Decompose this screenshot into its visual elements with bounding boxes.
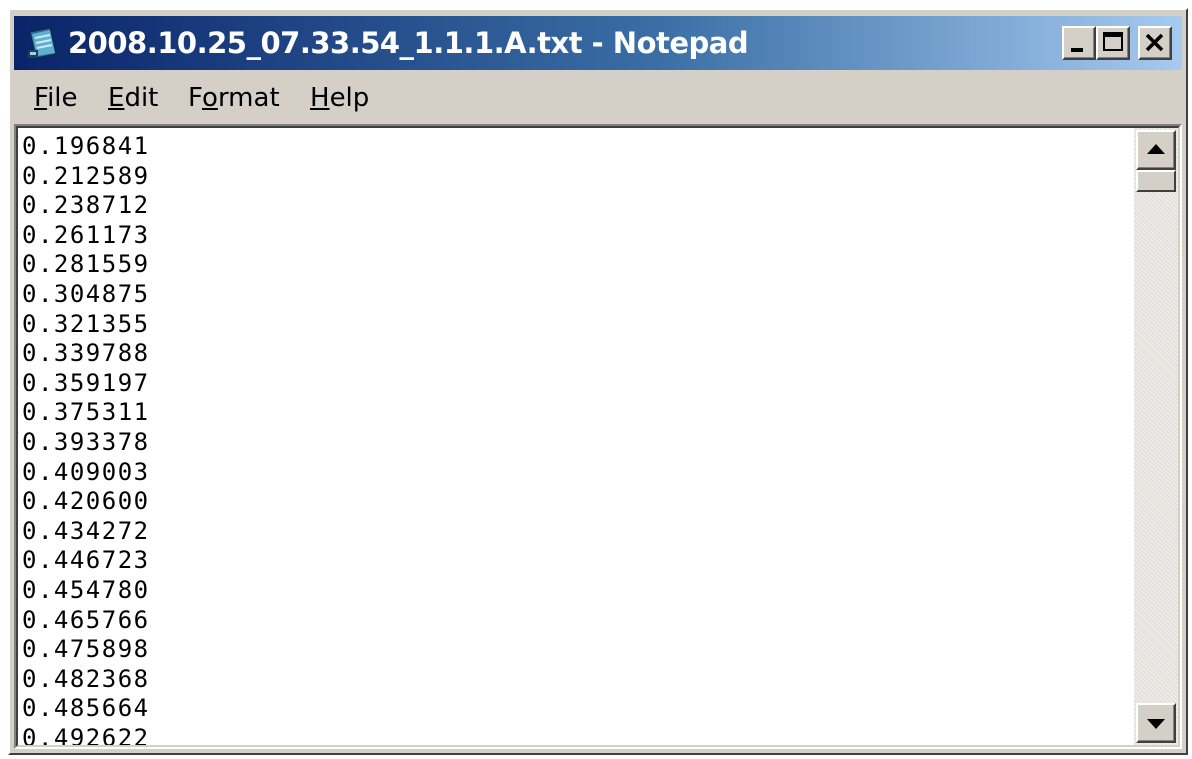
text-line: 0.238712 (22, 191, 150, 220)
text-line: 0.196841 (22, 132, 150, 160)
minimize-icon (1071, 48, 1083, 52)
text-line: 0.393378 (22, 427, 150, 456)
text-line: 0.434272 (22, 516, 150, 545)
menu-help-rest: elp (329, 83, 370, 113)
menu-format-accelerator: o (202, 83, 218, 113)
menu-edit[interactable]: Edit (106, 72, 160, 124)
close-button[interactable] (1138, 26, 1172, 60)
menu-file-rest: ile (47, 83, 78, 113)
menu-bar: File Edit Format Help (14, 72, 1182, 124)
maximize-icon (1103, 32, 1123, 51)
editor-frame: 0.196841 0.212589 0.238712 0.261173 0.28… (14, 124, 1182, 749)
text-line: 0.359197 (22, 368, 150, 397)
menu-file[interactable]: File (32, 72, 80, 124)
text-line: 0.482368 (22, 664, 150, 693)
close-icon (1145, 33, 1164, 52)
text-line: 0.485664 (22, 694, 150, 723)
menu-help[interactable]: Help (308, 72, 371, 124)
text-line: 0.339788 (22, 339, 150, 368)
text-line: 0.281559 (22, 250, 150, 279)
editor-inner: 0.196841 0.212589 0.238712 0.261173 0.28… (16, 126, 1180, 747)
window-title: 2008.10.25_07.33.54_1.1.1.A.txt - Notepa… (68, 26, 749, 60)
menu-help-accelerator: H (310, 83, 330, 113)
notepad-icon[interactable] (24, 24, 62, 62)
menu-format-prefix: F (188, 83, 203, 113)
text-line: 0.375311 (22, 398, 150, 427)
vertical-scrollbar[interactable] (1134, 128, 1178, 745)
text-line: 0.321355 (22, 309, 150, 338)
scroll-down-button[interactable] (1136, 703, 1176, 743)
text-line: 0.446723 (22, 546, 150, 575)
scroll-up-arrow-icon (1147, 144, 1165, 154)
text-line: 0.492622 (22, 723, 150, 745)
title-bar[interactable]: 2008.10.25_07.33.54_1.1.1.A.txt - Notepa… (14, 16, 1182, 70)
text-line: 0.261173 (22, 220, 150, 249)
notepad-window: 2008.10.25_07.33.54_1.1.1.A.txt - Notepa… (8, 8, 1188, 755)
minimize-button[interactable] (1062, 26, 1096, 60)
text-line: 0.475898 (22, 635, 150, 664)
text-line: 0.465766 (22, 605, 150, 634)
scroll-down-arrow-icon (1147, 719, 1165, 729)
text-line: 0.420600 (22, 487, 150, 516)
menu-format[interactable]: Format (186, 72, 282, 124)
text-line: 0.409003 (22, 457, 150, 486)
text-line: 0.454780 (22, 575, 150, 604)
menu-edit-rest: dit (124, 83, 159, 113)
maximize-button[interactable] (1096, 26, 1130, 60)
text-line: 0.212589 (22, 161, 150, 190)
menu-format-rest: rmat (217, 83, 280, 113)
scroll-thumb[interactable] (1136, 170, 1176, 192)
text-editor[interactable]: 0.196841 0.212589 0.238712 0.261173 0.28… (18, 128, 1138, 745)
menu-file-accelerator: F (34, 83, 48, 113)
menu-edit-accelerator: E (108, 83, 125, 113)
text-line: 0.304875 (22, 279, 150, 308)
scroll-up-button[interactable] (1136, 130, 1176, 170)
